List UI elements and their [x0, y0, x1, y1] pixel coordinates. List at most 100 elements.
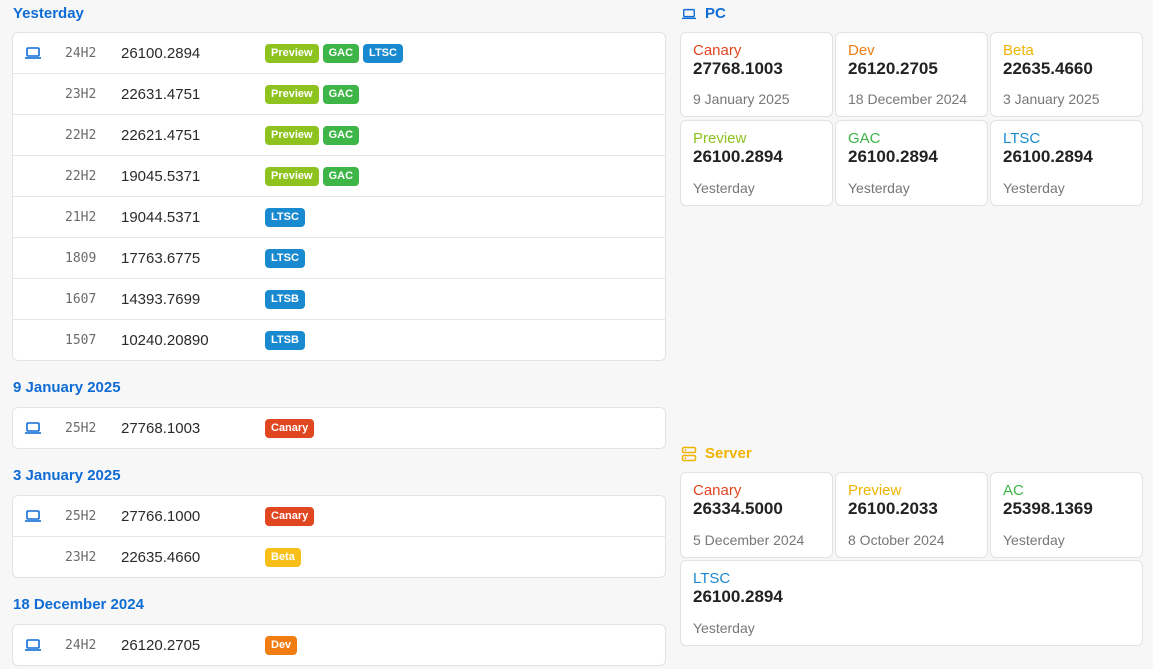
version-label: 24H2 — [65, 638, 97, 653]
channel-badge-preview: Preview — [265, 125, 319, 145]
build-number: 26334.5000 — [693, 499, 783, 518]
build-row[interactable]: 1507 10240.20890 LTSB — [13, 320, 665, 361]
version-label: 25H2 — [65, 421, 97, 436]
build-row[interactable]: 23H2 22631.4751 Preview GAC — [13, 74, 665, 115]
channel-badge-preview: Preview — [265, 84, 319, 104]
channel-name: LTSC — [1003, 130, 1041, 147]
pc-tile-canary[interactable]: Canary 27768.1003 9 January 2025 — [680, 32, 833, 117]
release-date: 5 December 2024 — [693, 532, 805, 548]
build-number: 26100.2894 — [693, 587, 783, 606]
server-tile-ac[interactable]: AC 25398.1369 Yesterday — [990, 472, 1143, 558]
build-row[interactable]: 25H2 27768.1003 Canary — [13, 408, 665, 449]
pc-tile-beta[interactable]: Beta 22635.4660 3 January 2025 — [990, 32, 1143, 117]
build-group-card: 25H2 27768.1003 Canary — [12, 407, 666, 449]
channel-badge-ltsc: LTSC — [265, 248, 305, 268]
build-number[interactable]: 22631.4751 — [121, 86, 200, 103]
pc-tile-preview[interactable]: Preview 26100.2894 Yesterday — [680, 120, 833, 206]
server-section-title: Server — [681, 445, 752, 462]
channel-name: GAC — [848, 130, 881, 147]
build-number: 25398.1369 — [1003, 499, 1093, 518]
pc-tile-dev[interactable]: Dev 26120.2705 18 December 2024 — [835, 32, 988, 117]
version-label: 25H2 — [65, 508, 97, 524]
build-row[interactable]: 21H2 19044.5371 LTSC — [13, 197, 665, 238]
server-tile-preview[interactable]: Preview 26100.2033 8 October 2024 — [835, 472, 988, 558]
build-group-card: 25H2 27766.1000 Canary 23H2 22635.4660 B… — [12, 495, 666, 578]
release-date: 8 October 2024 — [848, 532, 945, 548]
version-label: 1507 — [65, 333, 97, 348]
channel-badge-gac: GAC — [322, 166, 360, 186]
build-number[interactable]: 27766.1000 — [121, 508, 200, 525]
group-date-heading: Yesterday — [13, 5, 84, 22]
build-number[interactable]: 10240.20890 — [121, 332, 209, 349]
build-number[interactable]: 26100.2894 — [121, 45, 200, 62]
build-row[interactable]: 22H2 19045.5371 Preview GAC — [13, 156, 665, 197]
channel-badge-canary: Canary — [265, 419, 315, 438]
channel-badge-gac: GAC — [322, 125, 360, 145]
channel-badge-ltsc: LTSC — [363, 43, 403, 63]
build-number: 27768.1003 — [693, 59, 783, 78]
channel-badge-canary: Canary — [265, 506, 315, 526]
channel-badge-ltsb: LTSB — [265, 289, 305, 309]
channel-name: AC — [1003, 482, 1024, 499]
release-date: Yesterday — [1003, 180, 1065, 196]
build-number[interactable]: 19045.5371 — [121, 168, 200, 185]
build-row[interactable]: 1607 14393.7699 LTSB — [13, 279, 665, 320]
channel-name: Preview — [848, 482, 902, 499]
release-date: Yesterday — [693, 620, 755, 636]
channel-name: Canary — [693, 42, 742, 59]
build-number: 22635.4660 — [1003, 59, 1093, 78]
channel-badge-ltsb: LTSB — [265, 331, 305, 350]
release-date: 9 January 2025 — [693, 91, 790, 107]
group-date-heading: 18 December 2024 — [13, 596, 144, 613]
build-number[interactable]: 27768.1003 — [121, 420, 200, 437]
version-label: 1607 — [65, 291, 97, 307]
channel-name: Canary — [693, 482, 742, 499]
build-row[interactable]: 24H2 26100.2894 Preview GAC LTSC — [13, 33, 665, 74]
build-row[interactable]: 1809 17763.6775 LTSC — [13, 238, 665, 279]
build-number: 26100.2033 — [848, 499, 938, 518]
server-tile-ltsc[interactable]: LTSC 26100.2894 Yesterday — [680, 560, 1143, 646]
pc-section-title: PC — [681, 5, 726, 22]
build-number: 26100.2894 — [693, 147, 783, 166]
channel-badge-preview: Preview — [265, 43, 319, 63]
version-label: 22H2 — [65, 168, 97, 184]
build-row[interactable]: 23H2 22635.4660 Beta — [13, 537, 665, 578]
laptop-icon — [682, 8, 696, 19]
build-row[interactable]: 22H2 22621.4751 Preview GAC — [13, 115, 665, 156]
version-label: 24H2 — [65, 45, 97, 61]
laptop-icon — [25, 510, 41, 522]
channel-name: Beta — [1003, 42, 1034, 59]
channel-name: Dev — [848, 42, 875, 59]
version-label: 22H2 — [65, 127, 97, 143]
build-number[interactable]: 19044.5371 — [121, 209, 200, 226]
build-group-card: 24H2 26120.2705 Dev — [12, 624, 666, 666]
server-tile-canary[interactable]: Canary 26334.5000 5 December 2024 — [680, 472, 833, 558]
build-number[interactable]: 26120.2705 — [121, 637, 200, 654]
build-number[interactable]: 14393.7699 — [121, 291, 200, 308]
pc-tile-ltsc[interactable]: LTSC 26100.2894 Yesterday — [990, 120, 1143, 206]
build-number: 26100.2894 — [1003, 147, 1093, 166]
server-icon — [681, 446, 697, 461]
build-number[interactable]: 22621.4751 — [121, 127, 200, 144]
channel-badge-gac: GAC — [322, 84, 360, 104]
pc-tile-gac[interactable]: GAC 26100.2894 Yesterday — [835, 120, 988, 206]
server-title-label: Server — [705, 445, 752, 462]
release-date: 3 January 2025 — [1003, 91, 1100, 107]
version-label: 21H2 — [65, 209, 97, 225]
channel-badge-ltsc: LTSC — [265, 207, 305, 227]
build-number[interactable]: 22635.4660 — [121, 549, 200, 566]
group-date-heading: 9 January 2025 — [13, 379, 121, 396]
channel-name: LTSC — [693, 570, 731, 587]
build-row[interactable]: 24H2 26120.2705 Dev — [13, 625, 665, 666]
laptop-icon — [25, 639, 41, 651]
build-group-card: 24H2 26100.2894 Preview GAC LTSC 23H2 22… — [12, 32, 666, 361]
laptop-icon — [25, 422, 41, 434]
release-date: Yesterday — [693, 180, 755, 196]
channel-badge-dev: Dev — [265, 636, 298, 655]
channel-badge-gac: GAC — [322, 43, 360, 63]
laptop-icon — [25, 47, 41, 59]
version-label: 1809 — [65, 250, 97, 266]
build-row[interactable]: 25H2 27766.1000 Canary — [13, 496, 665, 537]
build-number[interactable]: 17763.6775 — [121, 250, 200, 267]
group-date-heading: 3 January 2025 — [13, 467, 121, 484]
